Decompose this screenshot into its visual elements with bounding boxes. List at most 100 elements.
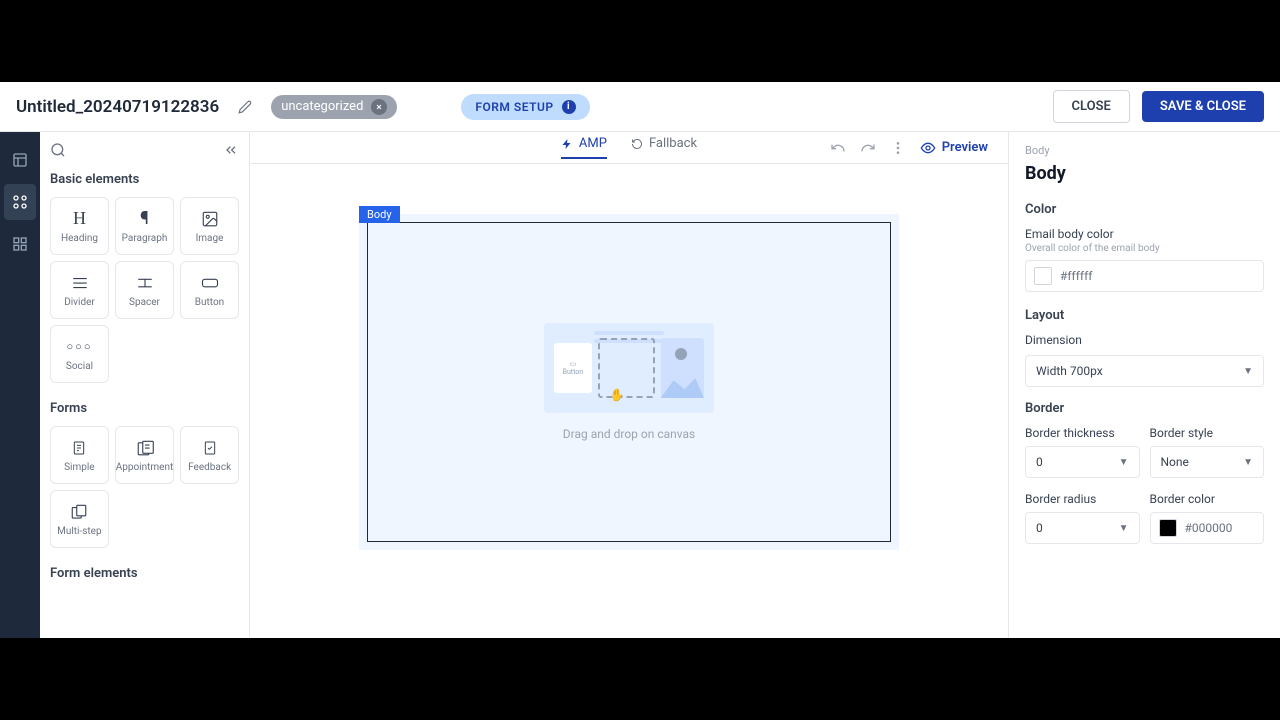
undo-button[interactable]	[830, 140, 846, 156]
form-feedback[interactable]: Feedback	[180, 426, 239, 484]
chevron-down-icon: ▼	[1119, 523, 1129, 534]
border-style-select[interactable]: None ▼	[1150, 446, 1265, 478]
blocks-icon	[12, 236, 28, 252]
left-rail	[0, 132, 40, 638]
undo-icon	[830, 140, 846, 156]
email-body-color-input[interactable]: #ffffff	[1025, 260, 1264, 292]
elements-icon	[12, 194, 28, 210]
color-swatch[interactable]	[1034, 267, 1052, 285]
body-selection-tag[interactable]: Body	[359, 206, 400, 223]
border-thickness-label: Border thickness	[1025, 426, 1140, 440]
close-icon	[375, 103, 383, 111]
border-color-input[interactable]: #000000	[1150, 512, 1265, 544]
edit-title-button[interactable]	[231, 93, 259, 121]
form-appointment-icon	[136, 438, 154, 458]
form-appointment[interactable]: Appointment	[115, 426, 175, 484]
rail-layout-button[interactable]	[4, 142, 36, 178]
tab-amp[interactable]: AMP	[561, 136, 607, 159]
app-shell: Untitled_20240719122836 uncategorized FO…	[0, 82, 1280, 638]
heading-icon: H	[73, 209, 86, 229]
tag-remove-button[interactable]	[371, 99, 387, 115]
redo-button[interactable]	[860, 140, 876, 156]
element-social[interactable]: ○○○ Social	[50, 325, 109, 383]
rail-elements-button[interactable]	[4, 184, 36, 220]
rail-blocks-button[interactable]	[4, 226, 36, 262]
tag-label: uncategorized	[281, 99, 363, 114]
layout-icon	[12, 152, 28, 168]
width-value: Width 700px	[1036, 364, 1103, 378]
main-area: Basic elements H Heading ¶ Paragraph Ima…	[0, 132, 1280, 638]
border-radius-select[interactable]: 0 ▼	[1025, 512, 1140, 544]
save-close-button[interactable]: SAVE & CLOSE	[1142, 91, 1264, 122]
elements-panel: Basic elements H Heading ¶ Paragraph Ima…	[40, 132, 250, 638]
basic-elements-heading: Basic elements	[50, 172, 239, 187]
drop-hint-text: Drag and drop on canvas	[563, 427, 695, 441]
breadcrumb[interactable]: Body	[1025, 144, 1264, 157]
search-button[interactable]	[50, 142, 66, 158]
form-simple-icon	[71, 438, 87, 458]
form-multistep[interactable]: Multi-step	[50, 490, 109, 548]
forms-heading: Forms	[50, 401, 239, 416]
tab-fallback[interactable]: Fallback	[631, 136, 697, 159]
drop-illustration: ▭Button	[544, 323, 714, 413]
element-button[interactable]: Button	[180, 261, 239, 319]
border-style-value: None	[1161, 455, 1189, 469]
category-tag[interactable]: uncategorized	[271, 95, 397, 119]
divider-icon	[71, 273, 89, 293]
layout-section-heading: Layout	[1025, 308, 1264, 323]
element-heading[interactable]: H Heading	[50, 197, 109, 255]
canvas-scroll[interactable]: Body ▭Button Drag and drop on canvas	[250, 164, 1008, 638]
properties-title: Body	[1025, 163, 1264, 184]
border-section-heading: Border	[1025, 401, 1264, 416]
close-button[interactable]: CLOSE	[1053, 90, 1130, 123]
element-image[interactable]: Image	[180, 197, 239, 255]
forms-grid: Simple Appointment Feedback Multi-step	[50, 426, 239, 548]
chevron-down-icon: ▼	[1243, 457, 1253, 468]
spacer-icon	[136, 273, 154, 293]
dimension-label: Dimension	[1025, 333, 1264, 347]
form-simple[interactable]: Simple	[50, 426, 109, 484]
border-style-label: Border style	[1150, 426, 1265, 440]
info-icon: i	[562, 100, 576, 114]
chevron-down-icon: ▼	[1243, 366, 1253, 377]
chevron-down-icon: ▼	[1119, 457, 1129, 468]
border-radius-label: Border radius	[1025, 492, 1140, 506]
canvas-body[interactable]: ▭Button Drag and drop on canvas	[367, 222, 891, 542]
properties-panel: Body Body Color Email body color Overall…	[1008, 132, 1280, 638]
collapse-panel-button[interactable]	[223, 142, 239, 158]
social-icon: ○○○	[67, 337, 93, 357]
border-color-swatch[interactable]	[1159, 519, 1177, 537]
form-elements-heading: Form elements	[50, 566, 239, 581]
canvas-wrap: Body ▭Button Drag and drop on canvas	[359, 214, 899, 550]
document-title: Untitled_20240719122836	[16, 97, 219, 117]
eye-icon	[920, 140, 936, 156]
fallback-icon	[631, 138, 643, 150]
more-vertical-icon	[890, 140, 906, 156]
border-color-label: Border color	[1150, 492, 1265, 506]
border-thickness-value: 0	[1036, 455, 1043, 469]
more-button[interactable]	[890, 140, 906, 156]
color-value: #ffffff	[1060, 269, 1092, 283]
element-divider[interactable]: Divider	[50, 261, 109, 319]
header-bar: Untitled_20240719122836 uncategorized FO…	[0, 82, 1280, 132]
amp-icon	[561, 138, 573, 150]
chevron-double-left-icon	[223, 142, 239, 158]
email-body-color-label: Email body color	[1025, 227, 1264, 241]
element-paragraph[interactable]: ¶ Paragraph	[115, 197, 174, 255]
element-spacer[interactable]: Spacer	[115, 261, 174, 319]
form-multistep-icon	[70, 502, 88, 522]
search-icon	[50, 142, 66, 158]
pencil-icon	[238, 100, 252, 114]
button-icon	[201, 273, 219, 293]
border-thickness-select[interactable]: 0 ▼	[1025, 446, 1140, 478]
paragraph-icon: ¶	[140, 209, 149, 229]
redo-icon	[860, 140, 876, 156]
form-feedback-icon	[202, 438, 218, 458]
width-select[interactable]: Width 700px ▼	[1025, 355, 1264, 387]
image-icon	[201, 209, 219, 229]
form-setup-button[interactable]: FORM SETUP i	[461, 94, 589, 120]
border-radius-value: 0	[1036, 521, 1043, 535]
color-section-heading: Color	[1025, 202, 1264, 217]
canvas-toolbar: AMP Fallback	[250, 132, 1008, 164]
preview-button[interactable]: Preview	[920, 140, 988, 156]
